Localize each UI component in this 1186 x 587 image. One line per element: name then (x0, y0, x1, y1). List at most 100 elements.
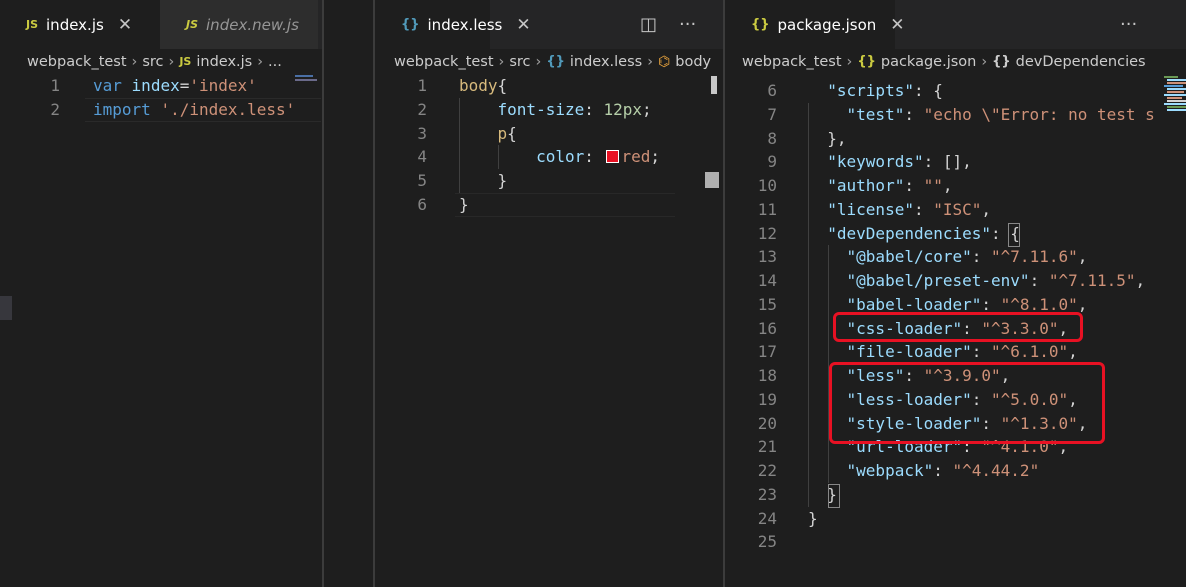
code-token: : (981, 294, 1001, 314)
breadcrumb: webpack_test › src › JS index.js ›... (0, 49, 322, 74)
tab-label: index.new.js (206, 15, 299, 34)
breadcrumb-item[interactable]: webpack_test (394, 54, 494, 70)
code-token: : { (913, 81, 943, 100)
code-token: , (981, 199, 992, 219)
line-number: 1 (417, 76, 427, 95)
code-token: : (933, 461, 953, 480)
minimap-slider[interactable] (675, 74, 723, 587)
minimap[interactable] (1162, 74, 1186, 587)
code-token: index (131, 76, 180, 95)
line-number: 7 (767, 104, 777, 124)
code-token: var (93, 76, 122, 95)
close-icon[interactable]: ✕ (118, 15, 132, 35)
line-number: 22 (757, 461, 777, 480)
code-line: 11 "license": "ISC", (725, 198, 1186, 222)
code-token: "babel-loader" (846, 294, 982, 314)
code-text: } (808, 507, 818, 531)
code-editor[interactable]: 1 body{2 font-size: 12px; 3 p{4 color: red… (375, 74, 724, 587)
code-token: "license" (827, 199, 914, 219)
code-text: "scripts": { (808, 79, 943, 103)
code-token: 12px (603, 99, 643, 119)
code-line: 1 body{ (375, 74, 724, 98)
minimap-line (1164, 85, 1183, 87)
js-file-icon: JS (179, 55, 192, 68)
breadcrumb-item[interactable]: webpack_test (27, 54, 127, 70)
more-actions-icon[interactable]: ··· (1120, 14, 1137, 35)
close-icon[interactable]: ✕ (890, 15, 904, 35)
breadcrumb-item[interactable]: src (509, 54, 530, 70)
code-line: 17 "file-loader": "^6.1.0", (725, 340, 1186, 364)
indent-guide (808, 103, 809, 507)
code-token: p (497, 123, 508, 143)
code-line: 14 "@babel/preset-env": "^7.11.5", (725, 269, 1186, 293)
breadcrumb-item[interactable]: package.json (881, 54, 976, 70)
minimap-line (1164, 103, 1186, 105)
code-token: : (913, 199, 934, 219)
breadcrumb-item[interactable]: index.js (196, 54, 252, 70)
code-token: , (1135, 271, 1146, 290)
pane-divider[interactable] (373, 0, 375, 587)
code-token: "ISC" (933, 199, 982, 219)
close-icon[interactable]: ✕ (516, 15, 530, 35)
editor-actions: ◫ ··· (640, 0, 718, 49)
chevron-right-icon: › (647, 53, 654, 70)
breadcrumb-item[interactable]: ... (268, 54, 282, 70)
code-line: 23 } (725, 483, 1186, 507)
line-number: 2 (417, 99, 427, 119)
code-token: "^8.1.0" (1000, 294, 1078, 314)
chevron-right-icon: › (981, 53, 988, 70)
line-number: 16 (757, 318, 777, 338)
breadcrumb-item[interactable]: webpack_test (742, 54, 842, 70)
code-token: "scripts" (827, 81, 914, 100)
code-token: body (459, 76, 498, 95)
code-text: var index='index' (93, 74, 257, 98)
braces-file-icon: {} (546, 54, 565, 69)
minimap-line (1164, 76, 1178, 78)
code-token: color (536, 147, 585, 167)
tab-package-json[interactable]: {} package.json ✕ (725, 0, 905, 49)
editor-actions: ··· (1120, 0, 1159, 49)
code-token: "@babel/preset-env" (846, 271, 1030, 290)
symbol-icon: ⌬ (658, 53, 671, 70)
tab-bar: {} package.json ✕ ··· (725, 0, 1186, 49)
code-token: : (584, 99, 604, 119)
braces-file-icon: {} (857, 54, 876, 69)
code-token: : (971, 342, 992, 362)
tab-bar: {} index.less ✕ ◫ ··· (375, 0, 724, 49)
minimap-line (1167, 82, 1186, 84)
code-line: 24} (725, 507, 1186, 531)
more-actions-icon[interactable]: ··· (679, 14, 696, 35)
current-line-highlight (85, 98, 321, 122)
bracket-match-box (828, 484, 840, 508)
tab-index-new-js[interactable]: JS index.new.js (160, 0, 318, 49)
scroll-thumb[interactable] (711, 76, 717, 94)
tab-index-js[interactable]: JS index.js ✕ (0, 0, 160, 49)
color-swatch[interactable] (605, 150, 619, 164)
breadcrumb-item[interactable]: body (675, 54, 711, 70)
breadcrumb-item[interactable]: src (142, 54, 163, 70)
line-number: 4 (417, 147, 427, 167)
code-token: "test" (846, 104, 905, 124)
split-editor-icon[interactable]: ◫ (640, 14, 657, 35)
code-line: 7 "test": "echo \"Error: no test s (725, 103, 1186, 127)
chevron-right-icon: › (168, 53, 175, 70)
pane-gutter-area (324, 0, 373, 587)
editor-group-index-less: {} index.less ✕ ◫ ··· webpack_test › src ›{} inde… (375, 0, 724, 587)
indent-guide (498, 145, 499, 169)
tab-index-less[interactable]: {} index.less ✕ (375, 0, 531, 49)
code-token: "^4.44.2" (952, 461, 1040, 480)
breadcrumb-item[interactable]: index.less (570, 54, 642, 70)
highlight-box-less-loaders (829, 362, 1105, 444)
object-icon: {} (992, 54, 1011, 69)
code-editor[interactable]: 1 var index='index' 2 import './index.less' (0, 74, 322, 587)
code-line: 10 "author": "", (725, 174, 1186, 198)
breadcrumb-item[interactable]: devDependencies (1016, 54, 1146, 70)
code-token: : (904, 176, 924, 195)
highlight-box-css-loader (833, 312, 1083, 342)
cursor-marker (705, 172, 719, 188)
code-token: { (507, 123, 517, 143)
